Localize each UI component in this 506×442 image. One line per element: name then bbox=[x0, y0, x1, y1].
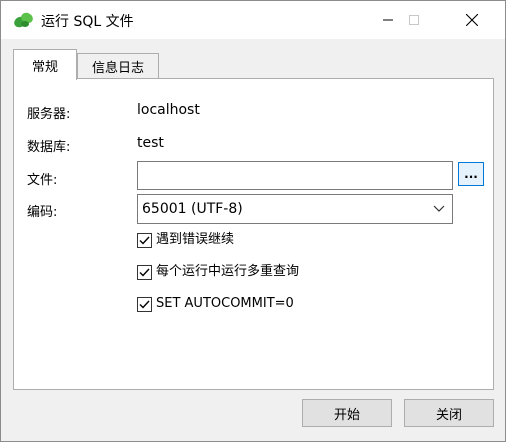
autocommit-checkbox[interactable] bbox=[137, 296, 152, 312]
encoding-label: 编码: bbox=[27, 205, 58, 220]
file-label: 文件: bbox=[27, 173, 58, 188]
file-path-input[interactable] bbox=[137, 161, 453, 190]
multiple-queries-label: 每个运行中运行多重查询 bbox=[156, 264, 300, 279]
autocommit-option[interactable]: SET AUTOCOMMIT=0 bbox=[137, 295, 294, 313]
maximize-icon bbox=[409, 15, 419, 25]
general-panel: 服务器: localhost 数据库: test 文件: ... 编码: 650… bbox=[13, 78, 494, 390]
close-button[interactable]: 关闭 bbox=[404, 399, 494, 427]
autocommit-label: SET AUTOCOMMIT=0 bbox=[156, 296, 294, 311]
server-label: 服务器: bbox=[27, 107, 71, 122]
close-icon bbox=[466, 14, 478, 26]
tab-info-log[interactable]: 信息日志 bbox=[77, 53, 159, 79]
continue-on-error-checkbox[interactable] bbox=[137, 232, 152, 248]
close-window-button[interactable] bbox=[449, 1, 495, 39]
checkmark-icon bbox=[139, 236, 150, 245]
chevron-down-icon bbox=[433, 205, 445, 212]
tab-strip: 常规 信息日志 bbox=[13, 49, 493, 80]
database-label: 数据库: bbox=[27, 140, 71, 155]
leaf-logo-icon bbox=[13, 10, 35, 30]
window-title: 运行 SQL 文件 bbox=[41, 14, 134, 30]
checkmark-icon bbox=[139, 300, 150, 309]
start-button[interactable]: 开始 bbox=[302, 399, 392, 427]
browse-file-button[interactable]: ... bbox=[458, 162, 484, 186]
multiple-queries-option[interactable]: 每个运行中运行多重查询 bbox=[137, 263, 299, 281]
run-sql-file-dialog: 运行 SQL 文件 常规 信息日志 服务器: localhost 数据库: te… bbox=[0, 0, 506, 442]
continue-on-error-option[interactable]: 遇到错误继续 bbox=[137, 231, 234, 249]
tab-general[interactable]: 常规 bbox=[13, 49, 77, 80]
maximize-button bbox=[391, 1, 437, 39]
database-value: test bbox=[137, 135, 164, 151]
continue-on-error-label: 遇到错误继续 bbox=[156, 232, 235, 247]
encoding-selected-value: 65001 (UTF-8) bbox=[142, 201, 243, 217]
checkmark-icon bbox=[139, 268, 150, 277]
multiple-queries-checkbox[interactable] bbox=[137, 264, 152, 280]
title-bar[interactable]: 运行 SQL 文件 bbox=[1, 1, 505, 39]
server-value: localhost bbox=[137, 102, 200, 118]
encoding-select[interactable]: 65001 (UTF-8) bbox=[137, 194, 453, 224]
